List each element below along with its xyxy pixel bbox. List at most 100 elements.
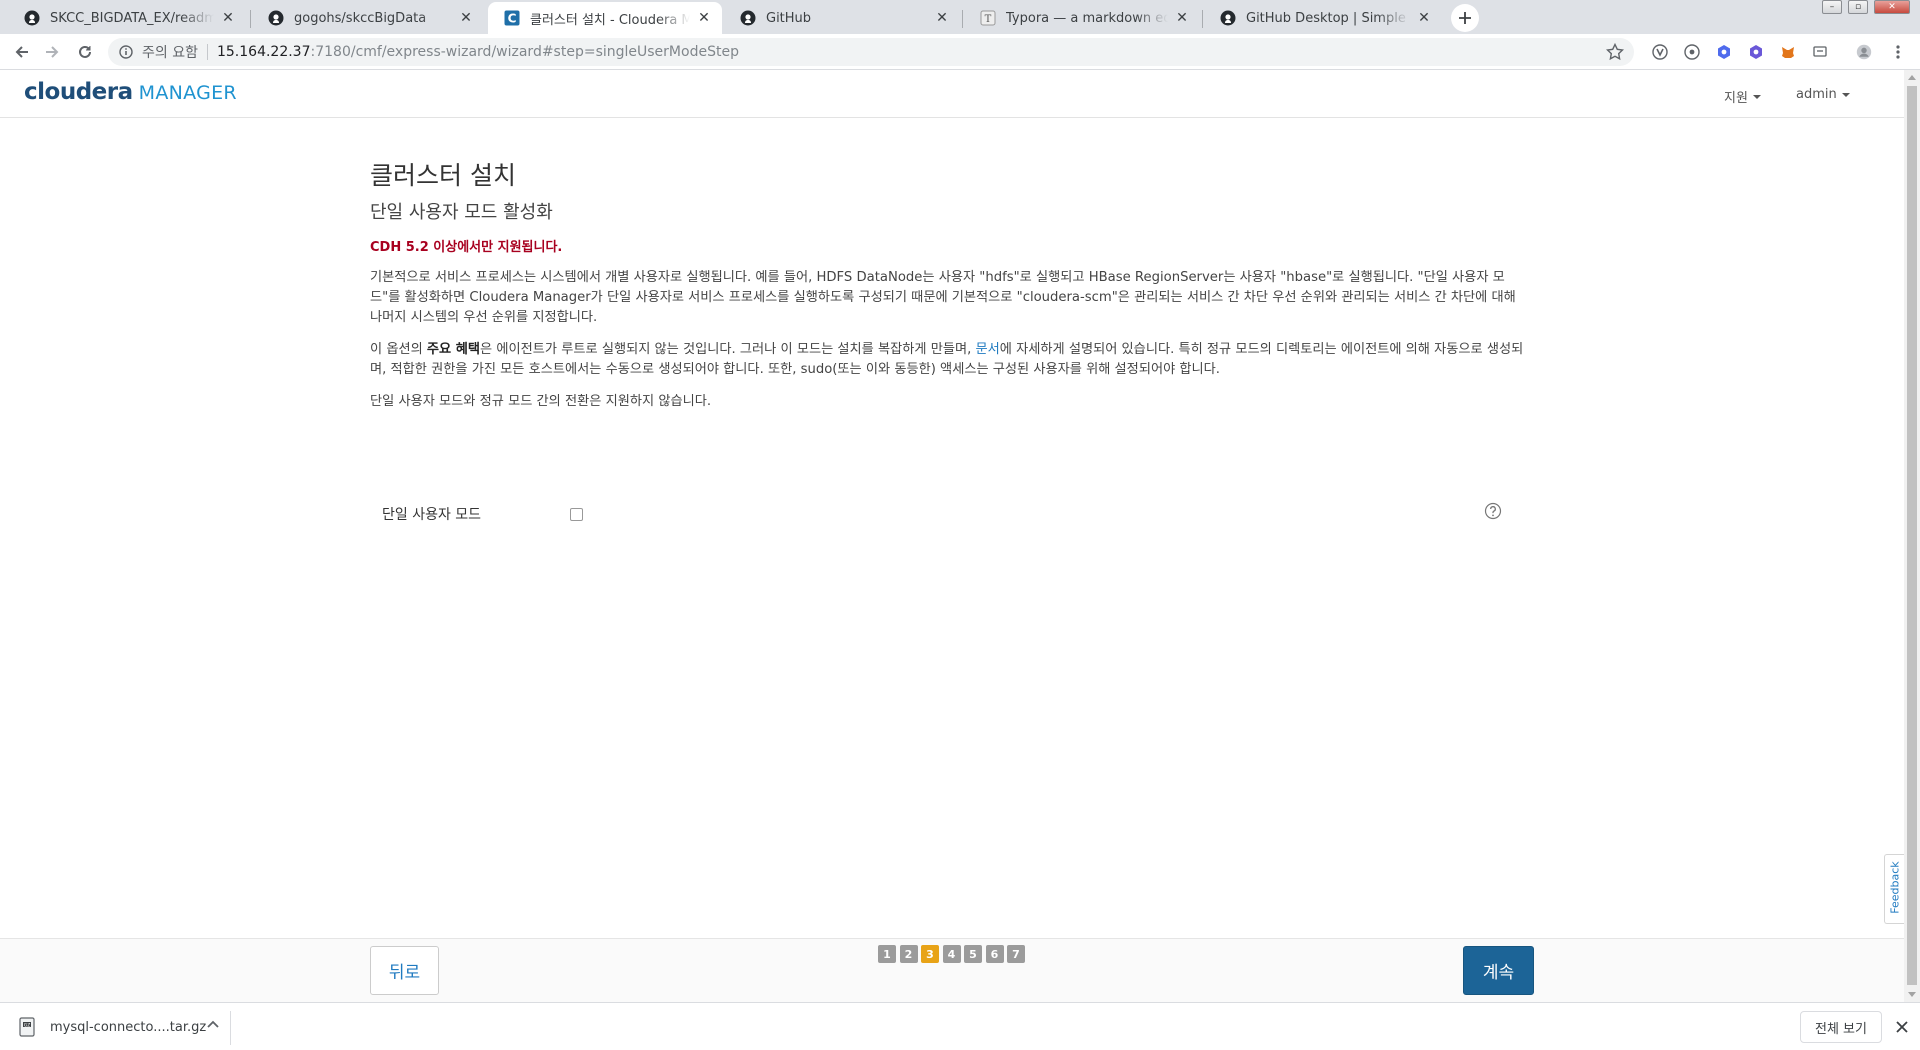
reload-icon: [79, 45, 91, 58]
requirement-notice: CDH 5.2 이상에서만 지원됩니다.: [370, 240, 563, 255]
scroll-down-icon[interactable]: [1908, 992, 1916, 997]
tab-title: gogohs/skccBigData: [294, 10, 427, 26]
hexagon-extension-icon[interactable]: [1716, 44, 1732, 60]
help-icon[interactable]: [1484, 502, 1502, 520]
scrollbar-thumb[interactable]: [1907, 86, 1917, 985]
support-menu[interactable]: 지원: [1724, 87, 1761, 106]
tab-github[interactable]: GitHub ✕: [724, 2, 960, 34]
scroll-up-icon[interactable]: [1908, 75, 1916, 80]
url-path: :7180/cmf/express-wizard/wizard#step=sin…: [310, 44, 739, 60]
description-paragraph: 기본적으로 서비스 프로세스는 시스템에서 개별 사용자로 실행됩니다. 예를 …: [370, 270, 1516, 325]
documentation-link[interactable]: 문서: [976, 342, 1000, 357]
wizard-footer: 뒤로 1 2 3 4 5 6 7 계속: [0, 938, 1904, 1002]
feedback-tab[interactable]: Feedback: [1884, 854, 1904, 924]
download-shelf: GZ mysql-connecto....tar.gz 전체 보기: [0, 1002, 1920, 1050]
step-indicator: 1 2 3 4 5 6 7: [878, 945, 1029, 963]
typora-icon: T: [980, 10, 996, 26]
cloudera-header: cloudera MANAGER 지원 admin: [0, 70, 1904, 118]
tab-close-icon[interactable]: ✕: [458, 10, 474, 26]
support-label: 지원: [1724, 91, 1748, 106]
tab-typora[interactable]: T Typora — a markdown editor, markdown r…: [964, 2, 1200, 34]
info-icon[interactable]: [118, 44, 134, 60]
single-user-mode-row: 단일 사용자 모드: [370, 502, 1502, 526]
browser-toolbar: 주의 요함 15.164.22.37:7180/cmf/express-wiza…: [0, 34, 1920, 70]
cast-extension-icon[interactable]: [1812, 44, 1828, 60]
step-3-current: 3: [921, 945, 939, 963]
github-icon: [1220, 10, 1236, 26]
arrow-left-icon: [15, 46, 28, 58]
tab-close-icon[interactable]: ✕: [1174, 10, 1190, 26]
tab-close-icon[interactable]: ✕: [696, 10, 712, 26]
logo-text-sub: MANAGER: [138, 82, 237, 104]
close-icon[interactable]: [1893, 1018, 1911, 1036]
bookmark-star-icon[interactable]: [1606, 43, 1624, 61]
metamask-extension-icon[interactable]: [1780, 44, 1796, 60]
wizard-content: 클러스터 설치 단일 사용자 모드 활성화 CDH 5.2 이상에서만 지원됩니…: [370, 156, 1532, 523]
tab-readme[interactable]: SKCC_BIGDATA_EX/readme.md at master ✕: [8, 2, 246, 34]
back-button[interactable]: 뒤로: [370, 946, 439, 995]
page-scrollbar[interactable]: [1904, 70, 1920, 1002]
url-host: 15.164.22.37: [216, 44, 311, 60]
step-5: 5: [964, 945, 982, 963]
more-menu-icon[interactable]: [1890, 44, 1906, 60]
step-2: 2: [899, 945, 918, 963]
arrow-right-icon: [46, 46, 59, 58]
step-6: 6: [985, 945, 1004, 963]
tab-title: GitHub: [766, 10, 812, 26]
tab-cloudera-active[interactable]: C 클러스터 설치 - Cloudera Manager ✕: [488, 2, 722, 34]
profile-avatar-icon[interactable]: [1856, 44, 1872, 60]
single-user-mode-checkbox[interactable]: [570, 508, 583, 521]
tab-title: Typora — a markdown editor, markdown rea…: [1006, 10, 1168, 26]
new-tab-button[interactable]: [1451, 4, 1479, 32]
tab-title: 클러스터 설치 - Cloudera Manager: [530, 12, 690, 28]
chevron-up-icon[interactable]: [205, 1017, 221, 1033]
svg-text:C: C: [508, 12, 517, 26]
archive-file-icon: GZ: [19, 1017, 35, 1037]
download-item[interactable]: GZ mysql-connecto....tar.gz: [10, 1009, 230, 1045]
tab-close-icon[interactable]: ✕: [1416, 10, 1432, 26]
window-controls: – ▫ ✕: [1816, 0, 1910, 18]
reload-button[interactable]: [73, 40, 97, 64]
svg-text:GZ: GZ: [24, 1022, 31, 1028]
tab-title: SKCC_BIGDATA_EX/readme.md at master: [50, 10, 214, 26]
plus-icon: [1459, 12, 1471, 24]
step-7: 7: [1007, 945, 1025, 963]
security-warning-text: 주의 요함: [142, 45, 198, 61]
benefit-text-a: 이 옵션의: [370, 342, 427, 357]
maximize-button[interactable]: ▫: [1848, 0, 1868, 14]
forward-nav-button[interactable]: [40, 40, 64, 64]
github-icon: [268, 10, 284, 26]
github-icon: [740, 10, 756, 26]
vivaldi-extension-icon[interactable]: [1652, 44, 1668, 60]
window-close-button[interactable]: ✕: [1874, 0, 1910, 14]
caret-down-icon: [1841, 92, 1850, 97]
continue-button[interactable]: 계속: [1463, 946, 1534, 995]
extension-icon[interactable]: [1684, 44, 1700, 60]
switch-notice-paragraph: 단일 사용자 모드와 정규 모드 간의 전환은 지원하지 않습니다.: [370, 394, 712, 409]
tab-title: GitHub Desktop | Simple collaboration: [1246, 10, 1410, 26]
user-menu[interactable]: admin: [1796, 87, 1850, 102]
hexagon-extension-icon[interactable]: [1748, 44, 1764, 60]
back-nav-button[interactable]: [10, 40, 34, 64]
cloudera-icon: C: [504, 10, 520, 26]
caret-down-icon: [1752, 94, 1761, 99]
page-viewport: cloudera MANAGER 지원 admin 클러스터 설치 단일 사용자…: [0, 70, 1904, 1002]
feedback-label: Feedback: [1888, 861, 1902, 914]
tab-skccbigdata[interactable]: gogohs/skccBigData ✕: [252, 2, 484, 34]
minimize-button[interactable]: –: [1822, 0, 1842, 14]
cloudera-manager-logo[interactable]: cloudera MANAGER: [24, 79, 237, 105]
step-title: 단일 사용자 모드 활성화: [370, 202, 553, 223]
show-all-downloads-button[interactable]: 전체 보기: [1800, 1011, 1882, 1043]
benefit-bold: 주요 혜택: [426, 342, 481, 357]
tab-close-icon[interactable]: ✕: [220, 10, 236, 26]
browser-tab-strip: SKCC_BIGDATA_EX/readme.md at master ✕ go…: [0, 0, 1920, 34]
benefit-paragraph: 이 옵션의 주요 혜택은 에이전트가 루트로 실행되지 않는 것입니다. 그러나…: [370, 340, 1532, 380]
logo-text-main: cloudera: [24, 79, 133, 105]
page-title: 클러스터 설치: [370, 161, 516, 190]
tab-close-icon[interactable]: ✕: [934, 10, 950, 26]
address-bar[interactable]: 주의 요함 15.164.22.37:7180/cmf/express-wiza…: [108, 38, 1634, 66]
step-4: 4: [942, 945, 961, 963]
svg-text:T: T: [985, 14, 992, 25]
tab-github-desktop[interactable]: GitHub Desktop | Simple collaboration ✕: [1204, 2, 1442, 34]
single-user-mode-label: 단일 사용자 모드: [382, 507, 482, 523]
